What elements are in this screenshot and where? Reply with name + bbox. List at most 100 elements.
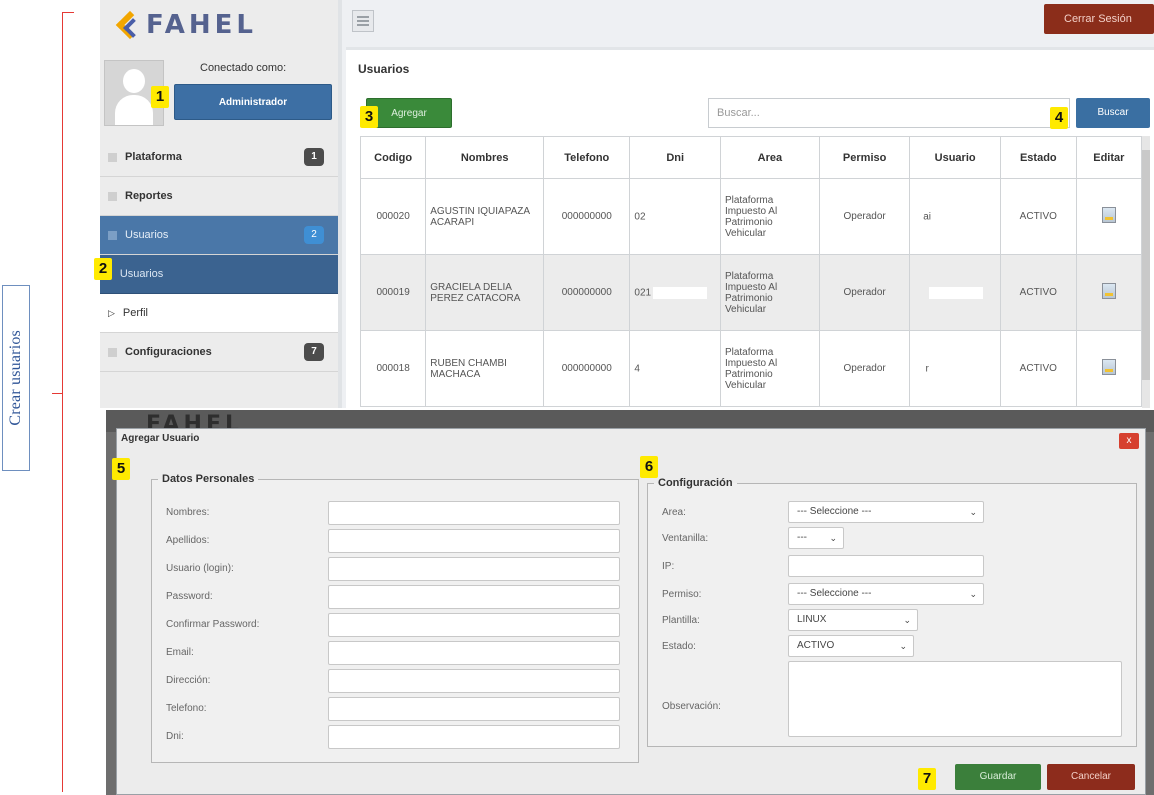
personal-data-legend: Datos Personales [162,473,255,485]
cell-dni: 4 [629,330,721,407]
redaction [647,210,702,223]
cell-nombres: GRACIELA DELIA PEREZ CATACORA [425,254,545,331]
area-select-value: --- Seleccione --- [797,506,872,517]
plantilla-select-value: LINUX [797,614,827,625]
cell-telefono: 000000000 [543,178,631,255]
chevron-down-icon: ⌄ [903,615,911,625]
sidebar-subitem-perfil[interactable]: ▷ Perfil [100,294,338,333]
dni-value: 4 [634,363,640,375]
label-plantilla: Plantilla: [662,615,700,626]
column-header-nombres[interactable]: Nombres [425,136,545,179]
step-marker-6: 6 [640,456,658,478]
dni-value: 021 [634,287,652,299]
topbar: Cerrar Sesión [346,0,1154,50]
label-direccion: Dirección: [166,675,211,686]
label-password: Password: [166,591,213,602]
sidebar-item-plataforma[interactable]: Plataforma 1 [100,138,338,177]
column-header-telefono[interactable]: Telefono [543,136,631,179]
cell-codigo: 000020 [359,178,427,255]
estado-select[interactable]: ACTIVO ⌄ [788,635,914,657]
connected-as-label: Conectado como: [200,62,287,74]
main-content: Cerrar Sesión Usuarios Agregar Buscar...… [346,0,1154,408]
confirm-password-field[interactable] [328,613,620,637]
label-estado: Estado: [662,641,696,652]
edit-icon[interactable] [1101,283,1116,299]
search-button[interactable]: Buscar [1076,98,1150,128]
column-header-dni[interactable]: Dni [629,136,721,179]
close-button[interactable]: x [1119,433,1139,449]
redaction [641,362,696,375]
sidebar-item-label: Usuarios [125,229,169,241]
ip-field[interactable] [788,555,984,577]
login-field[interactable] [328,557,620,581]
cell-nombres: RUBEN CHAMBI MACHACA [425,330,545,407]
sidebar: FAHEL Conectado como: Administrador Plat… [100,0,342,408]
add-user-screen: FAHEL Agregar Usuario x Datos Personales… [106,410,1154,795]
ventanilla-select[interactable]: --- ⌄ [788,527,844,549]
sidebar-subitem-usuarios[interactable]: • Usuarios [100,255,338,294]
cancel-button[interactable]: Cancelar [1047,764,1135,790]
cell-telefono: 000000000 [543,254,631,331]
plantilla-select[interactable]: LINUX ⌄ [788,609,918,631]
edit-icon[interactable] [1101,359,1116,375]
sidebar-item-label: Plataforma [125,151,182,163]
label-area: Area: [662,507,686,518]
observacion-textarea[interactable] [788,661,1122,737]
save-button[interactable]: Guardar [955,764,1041,790]
logo-mark-icon [116,13,140,37]
sidebar-badge: 7 [304,343,324,361]
nombres-field[interactable] [328,501,620,525]
telefono-field[interactable] [328,697,620,721]
step-marker-1: 1 [151,86,169,108]
direccion-field[interactable] [328,669,620,693]
table-header-row: Codigo Nombres Telefono Dni Area Permiso… [359,136,1143,179]
edit-icon[interactable] [1101,207,1116,223]
cell-area: Plataforma Impuesto Al Patrimonio Vehicu… [719,254,820,331]
step-marker-5: 5 [112,458,130,480]
sidebar-item-usuarios[interactable]: Usuarios 2 [100,216,338,255]
column-header-codigo[interactable]: Codigo [359,136,427,179]
add-user-button[interactable]: Agregar [366,98,452,128]
permiso-select[interactable]: --- Seleccione --- ⌄ [788,583,984,605]
column-header-permiso[interactable]: Permiso [818,136,911,179]
logo: FAHEL [100,0,338,50]
logo-text: FAHEL [146,10,257,40]
cell-editar [1075,254,1143,331]
menu-square-icon [108,152,117,162]
search-input[interactable]: Buscar... [708,98,1070,128]
cell-usuario: ai [909,178,1001,255]
password-field[interactable] [328,585,620,609]
sidebar-item-configuraciones[interactable]: Configuraciones 7 [100,333,338,372]
table-scrollbar[interactable] [1142,136,1150,408]
usuario-value: ai [923,211,932,223]
cell-dni: 02 [629,178,721,255]
area-select[interactable]: --- Seleccione --- ⌄ [788,501,984,523]
annotation-bracket [62,12,74,792]
column-header-estado[interactable]: Estado [999,136,1077,179]
sidebar-item-reportes[interactable]: Reportes [100,177,338,216]
scrollbar-thumb[interactable] [1142,150,1150,380]
label-ip: IP: [662,561,675,572]
dni-field[interactable] [328,725,620,749]
menu-toggle-button[interactable] [352,10,374,32]
users-table: Codigo Nombres Telefono Dni Area Permiso… [359,136,1143,407]
cell-permiso: Operador [818,330,911,407]
cell-permiso: Operador [818,178,911,255]
logout-button[interactable]: Cerrar Sesión [1044,4,1154,34]
label-ventanilla: Ventanilla: [662,533,709,544]
column-header-usuario[interactable]: Usuario [909,136,1001,179]
column-header-area[interactable]: Area [719,136,820,179]
role-button[interactable]: Administrador [174,84,332,120]
chevron-right-icon: ▷ [108,307,115,318]
redaction [929,286,984,299]
users-screen: FAHEL Conectado como: Administrador Plat… [100,0,1154,408]
apellidos-field[interactable] [328,529,620,553]
cell-editar [1075,178,1143,255]
column-header-editar: Editar [1075,136,1143,179]
cell-editar [1075,330,1143,407]
sidebar-badge: 2 [304,226,324,244]
annotation-bracket-tick [52,393,63,394]
cell-codigo: 000019 [359,254,427,331]
cell-usuario: r [909,330,1001,407]
email-field[interactable] [328,641,620,665]
